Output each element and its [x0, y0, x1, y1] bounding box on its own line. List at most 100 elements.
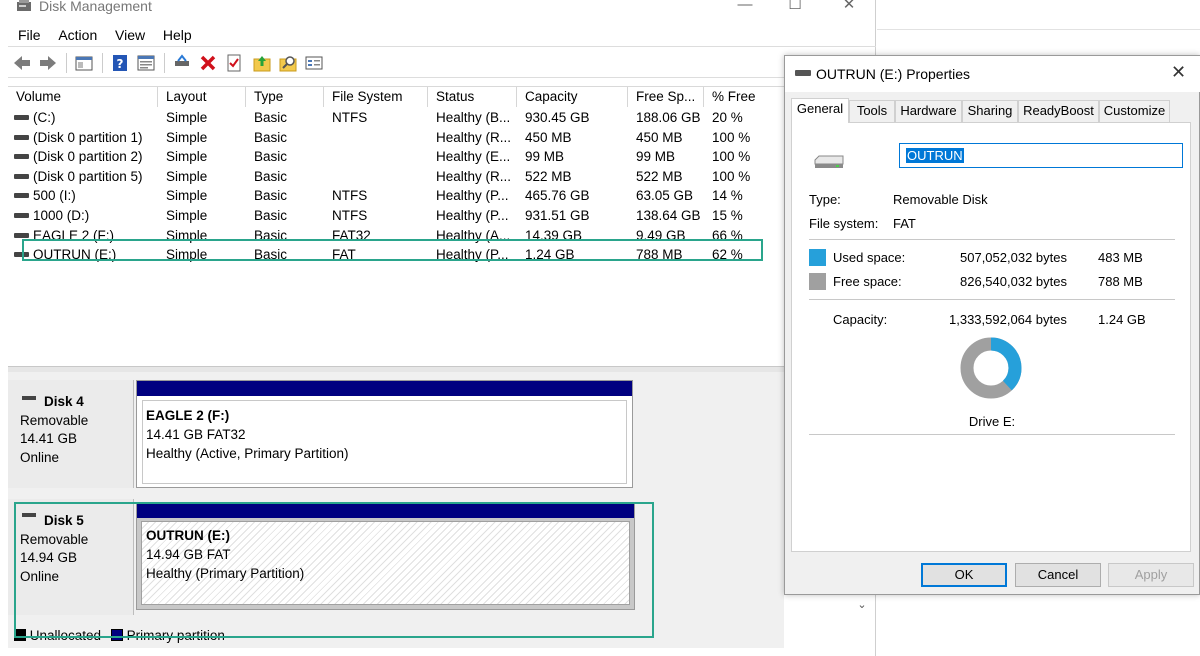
- column-type[interactable]: Type: [246, 87, 324, 107]
- cell-status: Healthy (E...: [436, 149, 511, 165]
- disk-icon: [22, 396, 36, 400]
- delete-icon[interactable]: [198, 53, 218, 73]
- type-value: Removable Disk: [893, 192, 988, 207]
- minimize-icon[interactable]: —: [722, 0, 768, 18]
- partition-eagle2[interactable]: EAGLE 2 (F:) 14.41 GB FAT32 Healthy (Act…: [136, 380, 633, 488]
- cell-fs: NTFS: [332, 110, 368, 125]
- tab-sharing[interactable]: Sharing: [962, 100, 1018, 122]
- general-tab-panel: OUTRUN Type: Removable Disk File system:…: [791, 122, 1191, 552]
- capacity-size: 1.24 GB: [1098, 312, 1146, 327]
- cell-volume: (C:): [33, 110, 56, 125]
- volume-list: Volume Layout Type File System Status Ca…: [8, 86, 784, 368]
- volume-drive-icon: [14, 173, 29, 179]
- cell-pct: 100 %: [712, 149, 751, 165]
- table-row[interactable]: 500 (I:) Simple Basic NTFS Healthy (P... 465.…: [8, 186, 784, 206]
- menu-help[interactable]: Help: [163, 27, 192, 43]
- used-space-size: 483 MB: [1098, 250, 1143, 265]
- connect-disk-icon[interactable]: [172, 53, 192, 73]
- tab-readyboost[interactable]: ReadyBoost: [1018, 100, 1099, 122]
- column-file-system[interactable]: File System: [324, 87, 428, 107]
- divider: [809, 434, 1175, 435]
- capacity-bytes: 1,333,592,064 bytes: [949, 312, 1067, 327]
- cell-status: Healthy (R...: [436, 168, 512, 184]
- column-percent-free[interactable]: % Free: [704, 87, 784, 107]
- cell-free: 522 MB: [636, 168, 683, 184]
- cell-volume: (Disk 0 partition 1): [33, 129, 143, 145]
- properties-dialog: OUTRUN (E:) Properties ✕ General Tools H…: [784, 55, 1200, 595]
- used-space-swatch: [809, 249, 826, 266]
- maximize-icon[interactable]: ☐: [772, 0, 818, 18]
- cell-status: Healthy (P...: [436, 208, 509, 223]
- menu-action[interactable]: Action: [58, 27, 97, 43]
- scroll-down-icon[interactable]: ⌄: [855, 598, 869, 612]
- tab-customize[interactable]: Customize: [1099, 100, 1170, 122]
- forward-arrow-icon[interactable]: [38, 53, 58, 73]
- free-space-bytes: 826,540,032 bytes: [960, 274, 1067, 289]
- table-row[interactable]: (Disk 0 partition 2) Simple Basic Healthy (…: [8, 147, 784, 167]
- cell-free: 63.05 GB: [636, 188, 694, 204]
- cell-pct: 20 %: [712, 110, 743, 125]
- volume-drive-icon: [14, 154, 29, 160]
- partition-name: EAGLE 2 (F:): [146, 408, 230, 423]
- disk-4-label[interactable]: Disk 4 Removable 14.41 GB Online: [8, 380, 134, 488]
- cell-pct: 100 %: [712, 168, 751, 184]
- background-window-top: [877, 0, 1200, 30]
- check-document-icon[interactable]: [224, 53, 244, 73]
- console-tree-icon[interactable]: [74, 53, 94, 73]
- apply-button[interactable]: Apply: [1108, 563, 1194, 587]
- table-row[interactable]: 1000 (D:) Simple Basic NTFS Healthy (P... 931…: [8, 206, 784, 226]
- cell-layout: Simple: [166, 149, 208, 165]
- volume-drive-icon: [14, 232, 29, 238]
- column-layout[interactable]: Layout: [158, 87, 246, 107]
- volume-name-input[interactable]: OUTRUN: [899, 143, 1183, 168]
- tab-hardware[interactable]: Hardware: [895, 100, 962, 122]
- back-arrow-icon[interactable]: [12, 53, 32, 73]
- cell-type: Basic: [254, 208, 288, 223]
- partition-status: Healthy (Active, Primary Partition): [146, 446, 349, 461]
- disk-kind: Removable: [20, 413, 89, 428]
- column-free-space[interactable]: Free Sp...: [628, 87, 704, 107]
- close-icon[interactable]: ✕: [1171, 62, 1186, 83]
- cell-capacity: 931.51 GB: [525, 208, 590, 223]
- disk-state: Online: [20, 450, 60, 465]
- highlight-disk5: [14, 502, 654, 638]
- table-row[interactable]: (Disk 0 partition 5) Simple Basic Healthy (…: [8, 167, 784, 187]
- partition-bar: [137, 381, 632, 396]
- volume-name-value: OUTRUN: [906, 148, 964, 163]
- tab-general[interactable]: General: [791, 98, 849, 123]
- cell-free: 138.64 GB: [636, 208, 701, 223]
- free-space-label: Free space:: [833, 274, 902, 289]
- disk-management-app-icon: [17, 0, 31, 11]
- cell-status: Healthy (P...: [436, 188, 509, 204]
- cell-pct: 15 %: [712, 208, 743, 223]
- cell-capacity: 522 MB: [525, 168, 572, 184]
- file-system-value: FAT: [893, 216, 916, 231]
- close-icon[interactable]: ✕: [826, 0, 872, 18]
- cancel-button[interactable]: Cancel: [1015, 563, 1101, 587]
- usage-donut-chart: [960, 337, 1022, 399]
- cell-volume: (Disk 0 partition 2): [33, 149, 143, 165]
- tab-tools[interactable]: Tools: [849, 100, 895, 122]
- volume-drive-icon: [14, 134, 29, 140]
- help-icon[interactable]: ?: [110, 53, 130, 73]
- column-volume[interactable]: Volume: [8, 87, 158, 107]
- search-folder-icon[interactable]: [278, 53, 298, 73]
- cell-free: 450 MB: [636, 129, 683, 145]
- table-row[interactable]: (Disk 0 partition 1) Simple Basic Healthy (…: [8, 128, 784, 148]
- up-folder-icon[interactable]: [252, 53, 272, 73]
- table-row[interactable]: (C:) Simple Basic NTFS Healthy (B... 930.45 G…: [8, 108, 784, 128]
- cell-capacity: 99 MB: [525, 149, 565, 165]
- column-capacity[interactable]: Capacity: [517, 87, 628, 107]
- cell-free: 99 MB: [636, 149, 676, 165]
- column-status[interactable]: Status: [428, 87, 517, 107]
- divider: [809, 239, 1175, 240]
- properties-view-icon[interactable]: [136, 53, 156, 73]
- ok-button[interactable]: OK: [921, 563, 1007, 587]
- settings-panel-icon[interactable]: [304, 53, 324, 73]
- menu-file[interactable]: File: [18, 27, 41, 43]
- window-title: Disk Management: [39, 0, 152, 14]
- cell-status: Healthy (R...: [436, 129, 512, 145]
- capacity-label: Capacity:: [833, 312, 888, 327]
- menu-view[interactable]: View: [115, 27, 145, 43]
- cell-type: Basic: [254, 110, 288, 125]
